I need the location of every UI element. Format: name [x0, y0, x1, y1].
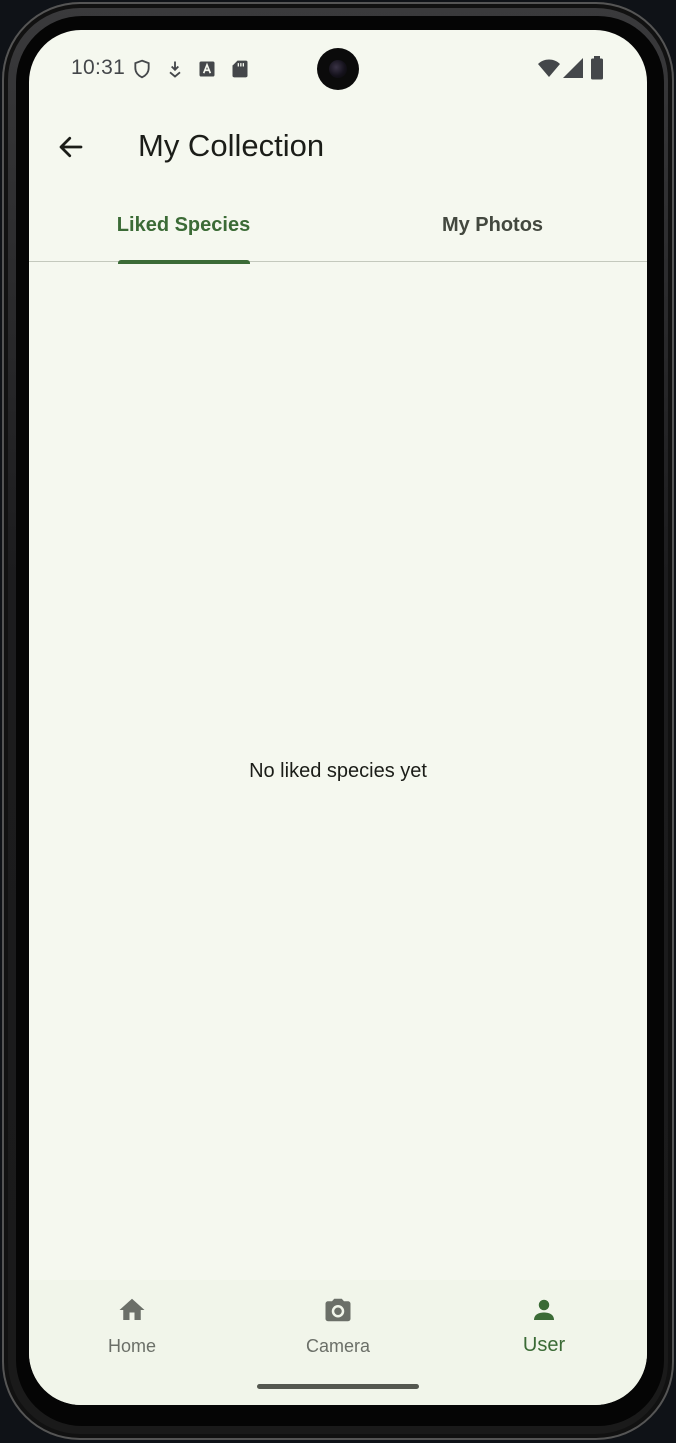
- tab-my-photos[interactable]: My Photos: [338, 190, 647, 262]
- empty-state-message: No liked species yet: [249, 760, 427, 782]
- tab-bar: Liked Species My Photos: [29, 190, 647, 264]
- app-bar: My Collection: [29, 108, 647, 190]
- nav-item-home[interactable]: Home: [29, 1280, 235, 1380]
- wifi-icon: [538, 59, 560, 77]
- camera-icon: [325, 1298, 351, 1322]
- app-screen: 10:31 My Collection Liked Species My Pho…: [29, 30, 647, 1405]
- battery-icon: [591, 56, 603, 80]
- tab-indicator: [118, 260, 250, 264]
- status-bar: 10:31: [29, 30, 647, 108]
- status-time: 10:31: [71, 56, 126, 79]
- font-icon: [199, 61, 215, 77]
- nav-item-camera[interactable]: Camera: [235, 1280, 441, 1380]
- shield-icon: [134, 59, 150, 79]
- home-gesture-bar[interactable]: [257, 1384, 419, 1389]
- nav-label-camera: Camera: [305, 1336, 371, 1356]
- nav-label-home: Home: [107, 1336, 156, 1356]
- tab-label: Liked Species: [116, 213, 251, 236]
- nav-item-user[interactable]: User: [441, 1280, 647, 1380]
- sd-card-icon: [232, 60, 248, 78]
- download-icon: [169, 61, 181, 78]
- arrow-back-icon: [59, 136, 83, 158]
- user-icon: [534, 1299, 554, 1320]
- signal-icon: [563, 58, 583, 78]
- home-icon: [119, 1298, 145, 1320]
- nav-label-user: User: [522, 1334, 566, 1356]
- page-title: My Collection: [138, 128, 325, 163]
- front-camera: [317, 48, 359, 90]
- back-button[interactable]: [49, 125, 93, 169]
- camera-lens: [329, 60, 347, 78]
- tab-label: My Photos: [441, 213, 544, 236]
- tab-liked-species[interactable]: Liked Species: [29, 190, 338, 264]
